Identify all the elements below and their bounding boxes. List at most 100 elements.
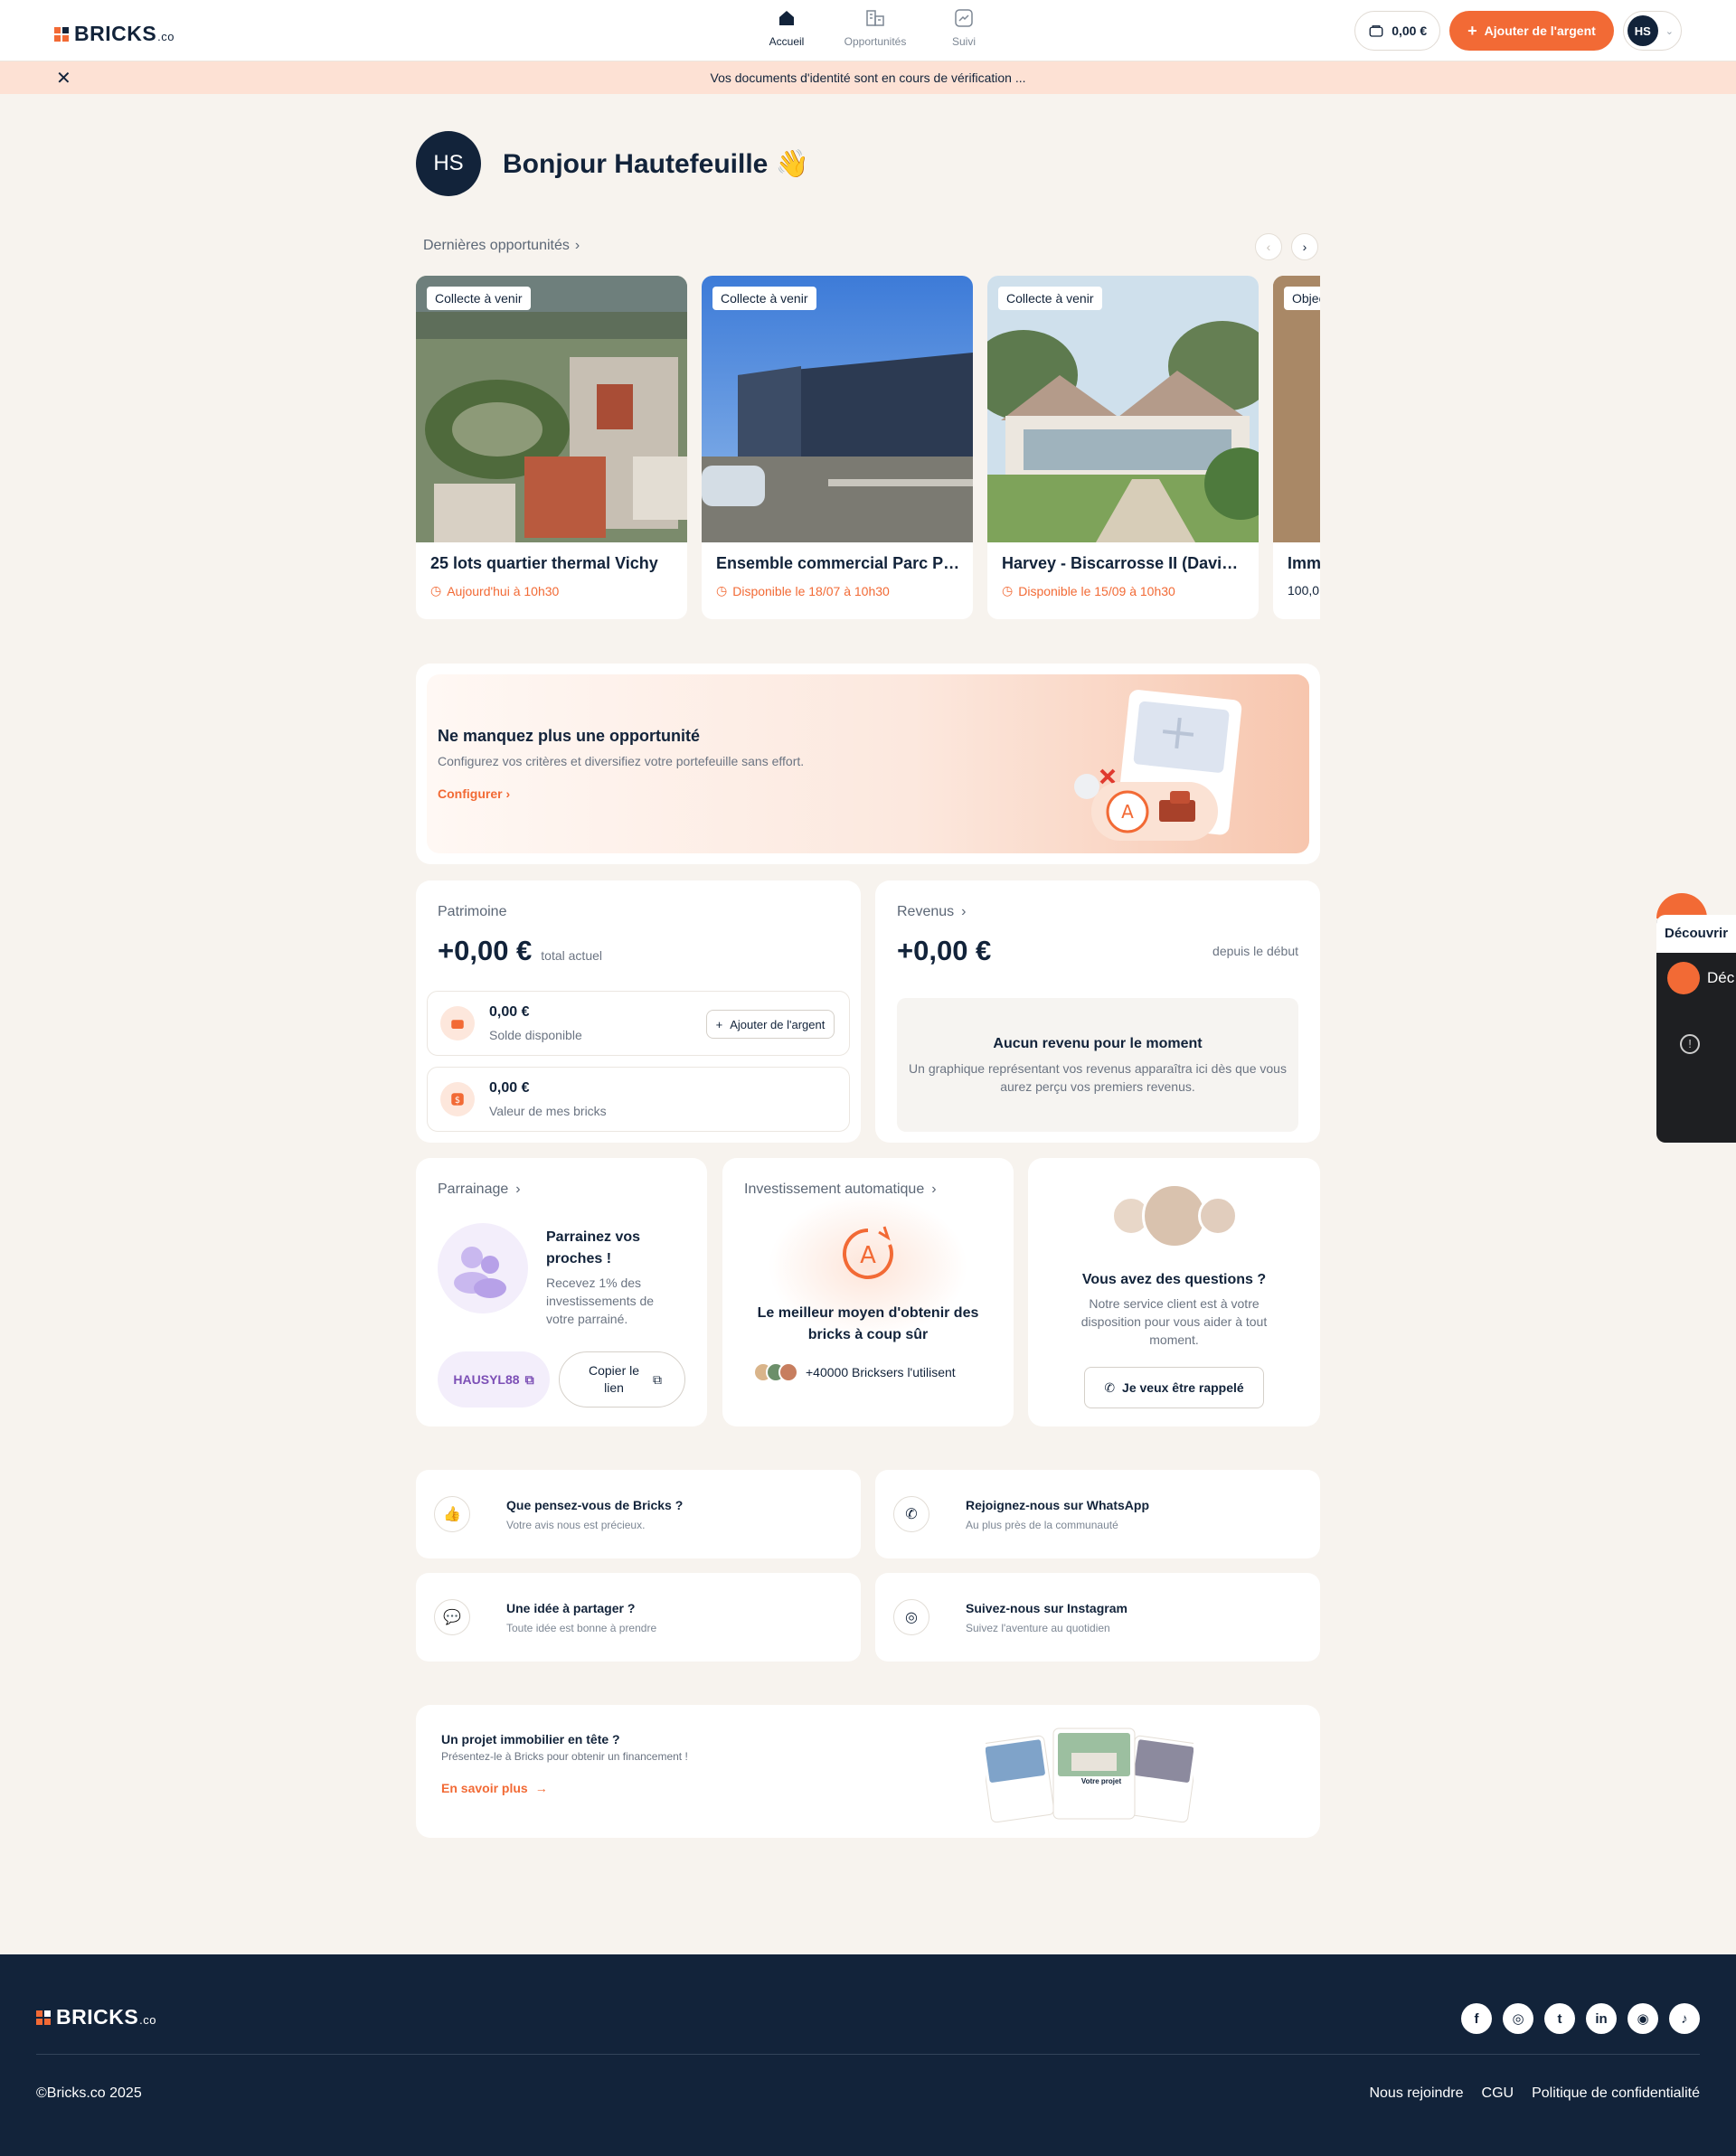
link-title: Que pensez-vous de Bricks ? — [506, 1498, 684, 1512]
close-icon[interactable]: ✕ — [56, 67, 71, 89]
people-icon — [438, 1223, 528, 1313]
nav-suivi[interactable]: Suivi — [937, 7, 991, 48]
parrainage-text: Recevez 1% des investissements de votre … — [546, 1276, 655, 1326]
opportunities-header[interactable]: Dernières opportunités › — [423, 238, 580, 254]
parrainage-card: Parrainage › Parrainez vos proches ! Rece… — [416, 1158, 707, 1426]
nav-opportunites[interactable]: Opportunités — [844, 7, 906, 48]
configure-label: Configurer — [438, 786, 503, 801]
footer-link-join[interactable]: Nous rejoindre — [1369, 2085, 1463, 2102]
logo-suffix: .co — [157, 30, 175, 43]
logo-mark-icon — [36, 2010, 51, 2025]
promo-banner: Ne manquez plus une opportunité Configur… — [427, 674, 1309, 853]
chart-trend-icon — [955, 9, 973, 27]
card-date: ◷ Disponible le 15/09 à 10h30 — [1002, 583, 1175, 598]
status-badge: Collecte à venir — [998, 287, 1102, 310]
instagram-icon: ◎ — [893, 1599, 929, 1635]
tiktok-icon[interactable]: ♪ — [1669, 2003, 1700, 2034]
button-label: Ajouter de l'argent — [730, 1017, 826, 1031]
section-title: Parrainage — [438, 1182, 509, 1197]
feedback-card[interactable]: 👍 Que pensez-vous de Bricks ? Votre avis… — [416, 1470, 861, 1558]
opportunity-card[interactable]: Collecte à venir Ensemble commercial Par… — [702, 276, 973, 619]
link-subtitle: Toute idée est bonne à prendre — [506, 1622, 657, 1634]
support-title: Vous avez des questions ? — [1081, 1272, 1267, 1287]
nav-accueil[interactable]: Accueil — [760, 7, 814, 48]
total-amount: +0,00 € — [438, 935, 533, 966]
link-title: Suivez-nous sur Instagram — [966, 1601, 1127, 1615]
link-title: Une idée à partager ? — [506, 1601, 636, 1615]
revenus-header[interactable]: Revenus › — [897, 904, 966, 920]
section-title: Investissement automatique — [744, 1182, 925, 1197]
empty-text: Un graphique représentant vos revenus ap… — [909, 1061, 1287, 1094]
greeting: HS Bonjour Hautefeuille 👋 — [416, 131, 809, 196]
chevron-right-icon: › — [931, 1182, 937, 1197]
idea-chat-icon: 💬 — [434, 1599, 470, 1635]
card-title: Immeuble — [1288, 554, 1320, 572]
footer-logo[interactable]: BRICKS.co — [36, 2005, 156, 2029]
auto-invest-illustration: A — [1074, 690, 1242, 841]
bricks-value: 0,00 € — [489, 1080, 530, 1096]
property-image — [1273, 276, 1320, 542]
opportunity-card[interactable]: Collecte à venir 25 lots quartier therma… — [416, 276, 687, 619]
status-badge: Collecte à venir — [712, 287, 816, 310]
carousel-next-button[interactable]: › — [1291, 233, 1318, 260]
status-badge: Collecte à venir — [427, 287, 531, 310]
parrainage-headline: Parrainez vos proches ! — [546, 1229, 641, 1266]
footer-links: Nous rejoindre CGU Politique de confiden… — [1369, 2085, 1700, 2102]
referral-code-text: HAUSYL88 — [453, 1372, 520, 1387]
facebook-icon[interactable]: f — [1461, 2003, 1492, 2034]
copy-icon: ⧉ — [524, 1371, 534, 1387]
date-text: Disponible le 18/07 à 10h30 — [732, 583, 890, 598]
card-progress: 100,0 — [1288, 583, 1319, 598]
carousel-prev-button[interactable]: ‹ — [1255, 233, 1282, 260]
opportunity-card[interactable]: Objectif atteint Immeuble 100,0 — [1273, 276, 1320, 619]
wallet-balance-button[interactable]: 0,00 € — [1354, 11, 1441, 51]
arrow-right-icon: → — [534, 1781, 548, 1795]
verification-banner: ✕ Vos documents d'identité sont en cours… — [0, 61, 1736, 94]
referral-code[interactable]: HAUSYL88 ⧉ — [438, 1351, 550, 1408]
add-money-small-button[interactable]: + Ajouter de l'argent — [706, 1010, 835, 1039]
callback-button[interactable]: ✆ Je veux être rappelé — [1084, 1367, 1264, 1408]
auto-invest-header[interactable]: Investissement automatique › — [744, 1182, 937, 1198]
patrimoine-total: +0,00 € total actuel — [438, 935, 602, 967]
svg-text:$: $ — [455, 1096, 460, 1106]
discord-icon[interactable]: ◉ — [1628, 2003, 1658, 2034]
configure-link[interactable]: Configurer › — [438, 786, 510, 801]
whatsapp-card[interactable]: ✆ Rejoignez-nous sur WhatsApp Au plus pr… — [875, 1470, 1320, 1558]
nav-label: Opportunités — [844, 35, 907, 48]
learn-more-link[interactable]: En savoir plus → — [441, 1781, 548, 1795]
main-nav: Accueil Opportunités Suivi — [760, 7, 991, 48]
instagram-icon[interactable]: ◎ — [1503, 2003, 1533, 2034]
user-menu[interactable]: HS ⌄ — [1622, 11, 1682, 51]
card-title: Harvey - Biscarrosse II (David Bolingo) — [1002, 554, 1248, 572]
parrainage-header[interactable]: Parrainage › — [438, 1182, 521, 1198]
svg-text:A: A — [860, 1242, 876, 1269]
whatsapp-icon: ✆ — [893, 1496, 929, 1532]
support-text: Notre service client est à votre disposi… — [1080, 1296, 1268, 1347]
footer: BRICKS.co f ◎ t in ◉ ♪ ©Bricks.co 2025 N… — [0, 1954, 1736, 2156]
opportunity-card[interactable]: Collecte à venir Harvey - Biscarrosse II… — [987, 276, 1259, 619]
property-image — [416, 276, 687, 542]
footer-divider — [36, 2054, 1700, 2055]
revenus-empty-state: Aucun revenu pour le moment Un graphique… — [897, 998, 1298, 1132]
twitter-icon[interactable]: t — [1544, 2003, 1575, 2034]
balance-value: 0,00 € — [489, 1004, 530, 1020]
link-subtitle: Au plus près de la communauté — [966, 1519, 1118, 1531]
bricks-logo[interactable]: BRICKS.co — [54, 22, 175, 46]
linkedin-icon[interactable]: in — [1586, 2003, 1617, 2034]
property-image — [987, 276, 1259, 542]
timer-icon: ◷ — [430, 583, 442, 598]
link-label: En savoir plus — [441, 1781, 528, 1795]
balance-amount: 0,00 € — [1392, 24, 1428, 38]
empty-title: Aucun revenu pour le moment — [993, 1036, 1203, 1051]
idea-card[interactable]: 💬 Une idée à partager ? Toute idée est b… — [416, 1573, 861, 1662]
logo-text: BRICKS — [74, 22, 157, 45]
preview-label: Votre projet — [1080, 1777, 1122, 1785]
instagram-card[interactable]: ◎ Suivez-nous sur Instagram Suivez l'ave… — [875, 1573, 1320, 1662]
add-money-button[interactable]: + Ajouter de l'argent — [1449, 11, 1614, 51]
project-card: Un projet immobilier en tête ? Présentez… — [416, 1705, 1320, 1838]
copy-link-button[interactable]: Copier le lien ⧉ — [559, 1351, 685, 1408]
bricks-logo-icon — [1667, 962, 1700, 994]
card-title: 25 lots quartier thermal Vichy — [430, 554, 658, 572]
footer-link-privacy[interactable]: Politique de confidentialité — [1532, 2085, 1700, 2102]
footer-link-cgu[interactable]: CGU — [1482, 2085, 1514, 2102]
